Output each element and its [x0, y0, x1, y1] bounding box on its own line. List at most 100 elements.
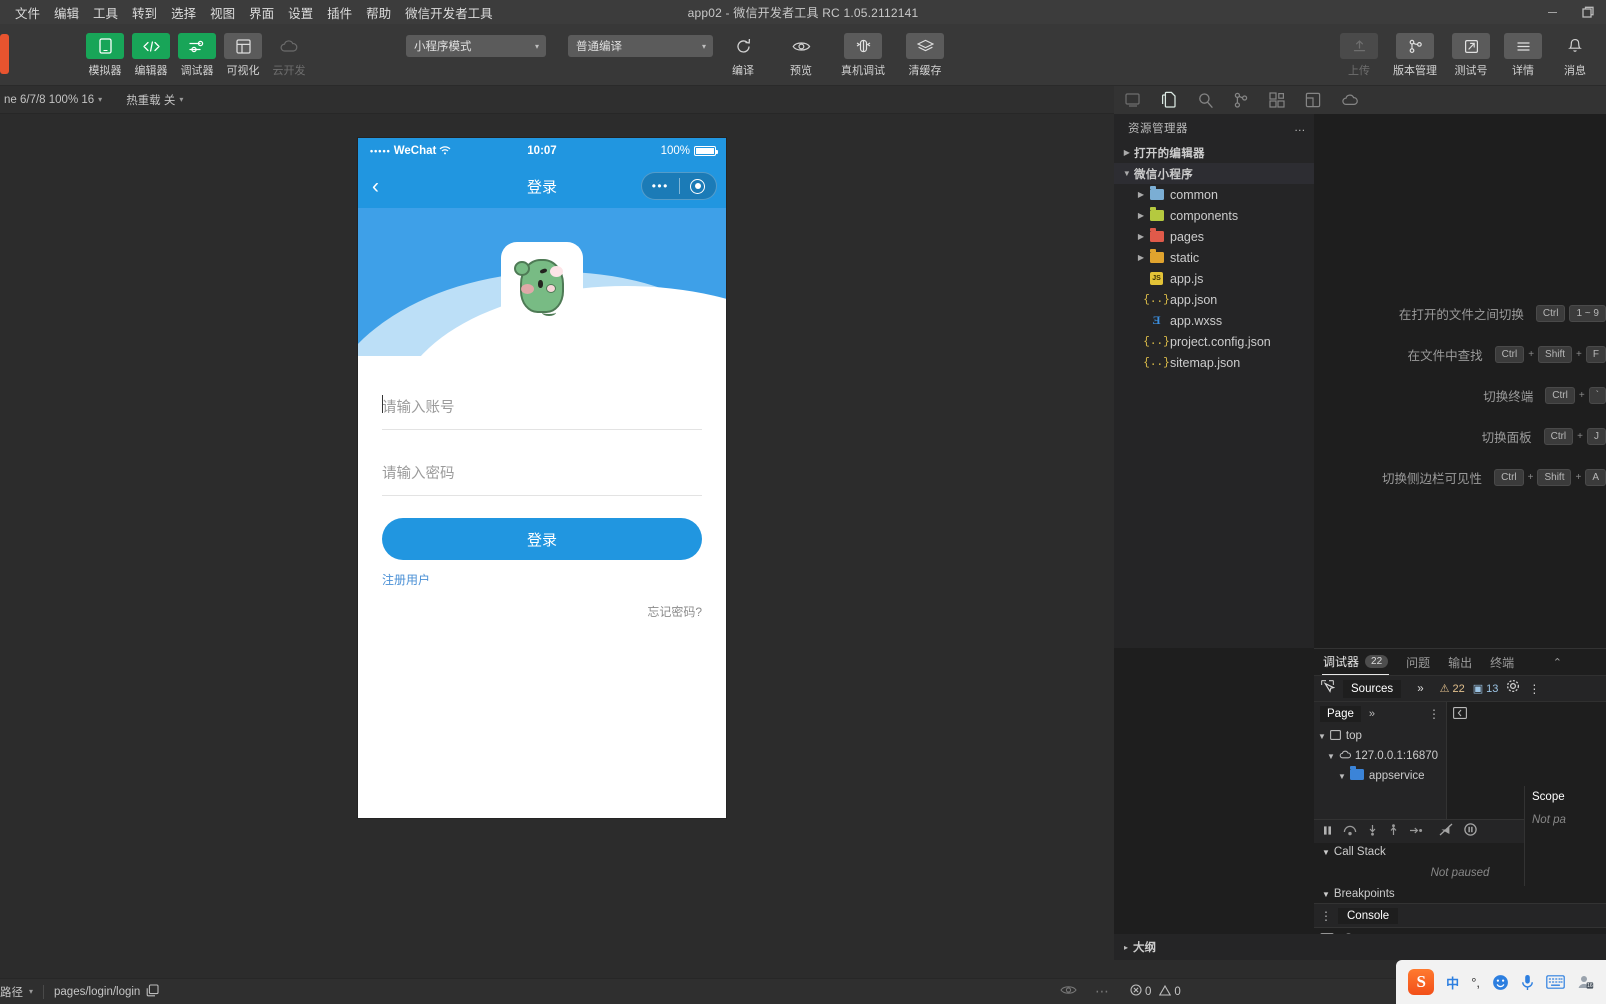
menu-item-view[interactable]: 视图 — [203, 0, 242, 25]
restore-button[interactable] — [1570, 0, 1606, 24]
tree-item-app-js[interactable]: ▶ JS app.js — [1114, 268, 1314, 289]
account-field[interactable]: 请输入账号 — [382, 386, 702, 430]
kebab-icon[interactable]: ⋮ — [1528, 682, 1540, 696]
clear-cache-button[interactable]: 清缓存 — [902, 33, 948, 78]
tree-item-sitemap[interactable]: ▶ {..} sitemap.json — [1114, 352, 1314, 373]
test-account-button[interactable]: 测试号 — [1448, 33, 1494, 78]
source-control-icon[interactable] — [1230, 89, 1252, 111]
menu-item-select[interactable]: 选择 — [164, 0, 203, 25]
panel-toggle-icon[interactable] — [1122, 89, 1144, 111]
keyboard-icon[interactable] — [1546, 975, 1565, 989]
menu-item-help[interactable]: 帮助 — [359, 0, 398, 25]
sogou-logo-icon[interactable]: S — [1408, 969, 1435, 995]
upload-button[interactable]: 上传 — [1336, 33, 1382, 78]
path-select[interactable]: 路径 ▾ — [0, 984, 33, 1000]
tree-item-app-wxss[interactable]: ▶ Ǝ app.wxss — [1114, 310, 1314, 331]
toolbar-visual[interactable]: 可视化 — [220, 33, 266, 78]
capsule-menu-button[interactable]: ••• — [642, 180, 679, 192]
tab-debugger[interactable]: 调试器 22 — [1322, 649, 1390, 675]
pause-on-exceptions-icon[interactable] — [1464, 822, 1477, 841]
files-icon[interactable] — [1158, 89, 1180, 111]
sources-overflow[interactable]: » — [1369, 708, 1375, 720]
tab-terminal[interactable]: 终端 — [1489, 650, 1515, 675]
tree-node-top[interactable]: ▼ top — [1314, 726, 1446, 746]
register-link[interactable]: 注册用户 — [382, 573, 430, 587]
minimize-button[interactable] — [1534, 0, 1570, 24]
tab-problems[interactable]: 问题 — [1405, 650, 1431, 675]
gear-icon[interactable] — [1506, 679, 1520, 698]
menu-item-settings[interactable]: 设置 — [281, 0, 320, 25]
hot-reload-select[interactable]: 热重载 关 ▾ — [126, 92, 183, 108]
inspect-icon[interactable] — [1320, 679, 1336, 699]
tree-item-app-json[interactable]: ▶ {..} app.json — [1114, 289, 1314, 310]
split-icon[interactable] — [1302, 89, 1324, 111]
menu-item-goto[interactable]: 转到 — [125, 0, 164, 25]
search-icon[interactable] — [1194, 89, 1216, 111]
menu-item-interface[interactable]: 界面 — [242, 0, 281, 25]
copy-icon[interactable] — [146, 983, 159, 1000]
tree-node-host[interactable]: ▼ 127.0.0.1:16870 — [1314, 746, 1446, 766]
login-button[interactable]: 登录 — [382, 518, 702, 560]
preview-button[interactable]: 预览 — [778, 33, 824, 78]
mic-icon[interactable] — [1521, 974, 1534, 991]
tree-node-appservice[interactable]: ▼ appservice — [1314, 766, 1446, 786]
step-icon[interactable] — [1409, 823, 1423, 841]
step-into-icon[interactable] — [1367, 823, 1378, 841]
menu-item-edit[interactable]: 编辑 — [47, 0, 86, 25]
menu-item-plugins[interactable]: 插件 — [320, 0, 359, 25]
step-over-icon[interactable] — [1343, 823, 1357, 841]
info-count[interactable]: ▣ 13 — [1473, 682, 1499, 696]
user-avatar[interactable] — [0, 34, 9, 74]
outline-section[interactable]: ▸ 大纲 — [1114, 934, 1606, 960]
tree-item-components[interactable]: ▶ components — [1114, 205, 1314, 226]
explorer-more-icon[interactable]: … — [1294, 122, 1306, 134]
chevron-up-icon[interactable]: ⌃ — [1553, 656, 1562, 669]
sources-collapse-button[interactable] — [1447, 702, 1606, 728]
breakpoints-section[interactable]: ▼ Breakpoints — [1314, 885, 1606, 903]
warning-count[interactable]: ⚠ 22 — [1440, 682, 1465, 696]
devtools-overflow[interactable]: » — [1409, 680, 1431, 698]
toolbar-editor[interactable]: 编辑器 — [128, 33, 174, 78]
tree-item-static[interactable]: ▶ static — [1114, 247, 1314, 268]
password-field[interactable]: 请输入密码 — [382, 452, 702, 496]
tab-output[interactable]: 输出 — [1447, 650, 1473, 675]
emoji-icon[interactable] — [1492, 974, 1509, 991]
device-select[interactable]: ne 6/7/8 100% 16 ▾ — [4, 94, 102, 106]
messages-button[interactable]: 消息 — [1552, 33, 1598, 78]
problems-counts[interactable]: 0 0 — [1130, 984, 1181, 999]
device-debug-button[interactable]: 真机调试 — [836, 33, 890, 78]
cloud-debug-icon[interactable] — [1338, 89, 1360, 111]
ime-mode-toggle[interactable]: 中 — [1446, 973, 1459, 992]
ellipsis-icon[interactable]: ⋯ — [1095, 983, 1110, 1000]
current-page-path[interactable]: pages/login/login — [54, 983, 159, 1000]
kebab-icon[interactable]: ⋮ — [1428, 707, 1440, 721]
details-button[interactable]: 详情 — [1500, 33, 1546, 78]
devtools-tab-sources[interactable]: Sources — [1343, 679, 1402, 698]
user-icon[interactable]: 16 — [1577, 974, 1594, 990]
toolbar-debugger[interactable]: 调试器 — [174, 33, 220, 78]
explorer-open-editors[interactable]: ▶ 打开的编辑器 — [1114, 142, 1314, 163]
compile-button[interactable]: 编译 — [720, 33, 766, 78]
capsule-close-button[interactable] — [680, 178, 717, 194]
kebab-icon[interactable]: ⋮ — [1320, 909, 1332, 923]
menu-item-tools[interactable]: 工具 — [86, 0, 125, 25]
extensions-icon[interactable] — [1266, 89, 1288, 111]
forgot-password-link[interactable]: 忘记密码? — [382, 603, 702, 620]
compile-select[interactable]: 普通编译 ▾ — [568, 35, 713, 57]
step-out-icon[interactable] — [1388, 823, 1399, 841]
explorer-project-root[interactable]: ▼ 微信小程序 — [1114, 163, 1314, 184]
console-tab[interactable]: Console — [1338, 907, 1399, 924]
eye-icon[interactable] — [1060, 984, 1077, 999]
toolbar-simulator[interactable]: 模拟器 — [82, 33, 128, 78]
deactivate-breakpoints-icon[interactable] — [1439, 823, 1454, 841]
menu-item-file[interactable]: 文件 — [8, 0, 47, 25]
tree-item-common[interactable]: ▶ common — [1114, 184, 1314, 205]
tree-item-project-config[interactable]: ▶ {..} project.config.json — [1114, 331, 1314, 352]
sources-tab-page[interactable]: Page — [1320, 706, 1361, 722]
pause-icon[interactable] — [1322, 823, 1333, 841]
version-control-button[interactable]: 版本管理 — [1388, 33, 1442, 78]
menu-item-devtools[interactable]: 微信开发者工具 — [398, 0, 500, 25]
ime-punctuation-toggle[interactable]: °, — [1471, 975, 1480, 990]
toolbar-cloud[interactable]: 云开发 — [266, 33, 312, 78]
mode-select[interactable]: 小程序模式 ▾ — [406, 35, 546, 57]
